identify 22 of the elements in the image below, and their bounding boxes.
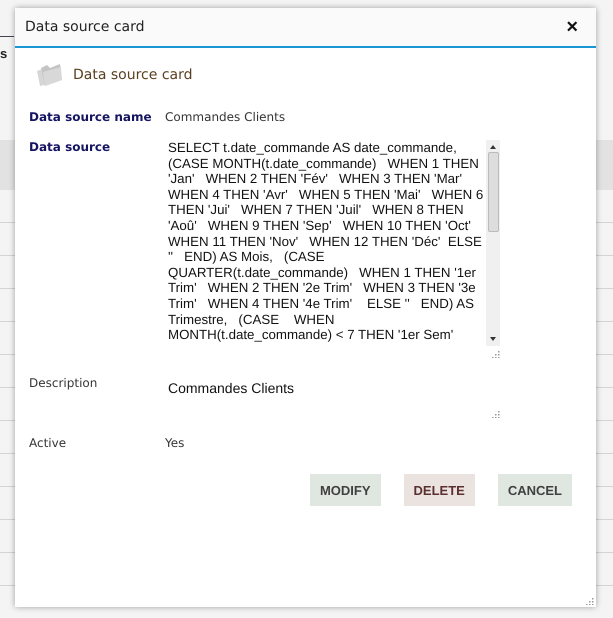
- scrollbar[interactable]: [486, 140, 500, 346]
- window-title: Data source card: [25, 19, 144, 35]
- field-value: Yes: [165, 435, 186, 450]
- field-label: Description: [29, 375, 98, 390]
- folder-icon: [35, 62, 63, 88]
- card-title: Data source card: [73, 67, 192, 83]
- resize-grip-icon[interactable]: [492, 410, 500, 418]
- scroll-down-icon[interactable]: [489, 336, 497, 342]
- column-header: s: [0, 46, 8, 61]
- action-button[interactable]: MODIFY: [310, 474, 381, 506]
- query-textarea[interactable]: SELECT t.date_commande AS date_commande, (CASE MONTH(t.date_commande) WHEN 1 THEN 'Jan' WHEN 2 THEN 'Fév' WHEN 3 THEN 'Mar' WHEN 4 THEN 'Avr' WHEN 5 THEN 'Mai' WHEN 6 THEN 'Jui' WHEN 7 THEN 'Juil' WHEN 8 THEN 'Aoû' WHEN 9 THEN 'Sep' WHEN 10 THEN 'Oct' WHEN 11 THEN 'Nov' WHEN 12 THEN 'Déc' ELSE '' END) AS Mois, (CASE QUARTER(t.date_commande) WHEN 1 THEN '1er Trim' WHEN 2 THEN '2e Trim' WHEN 3 THEN '3e Trim' WHEN 4 THEN '4e Trim' ELSE '' END) AS Trimestre, (CASE WHEN MONTH(t.date_commande) < 7 THEN '1er Sem': [162, 138, 502, 360]
- scroll-up-icon[interactable]: [489, 144, 497, 150]
- close-button[interactable]: ×: [566, 17, 578, 37]
- field-value: Commandes Clients: [165, 109, 286, 124]
- field-label: Data source: [29, 139, 112, 154]
- description-textarea[interactable]: Commandes Clients: [162, 374, 502, 420]
- resize-grip-icon[interactable]: [586, 597, 594, 605]
- action-button[interactable]: DELETE: [404, 474, 475, 506]
- field-label: Active: [29, 435, 68, 450]
- action-button[interactable]: CANCEL: [498, 474, 572, 506]
- field-label: Data source name: [29, 109, 153, 124]
- resize-grip-icon[interactable]: [492, 350, 500, 358]
